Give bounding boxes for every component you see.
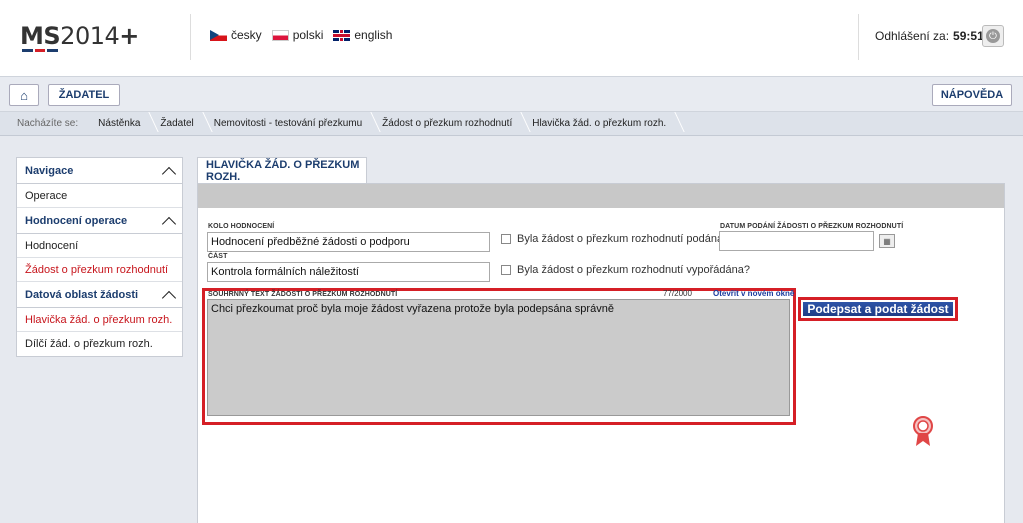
sidebar-item-dilci[interactable]: Dílčí žád. o přezkum rozh. (17, 332, 182, 356)
chk-podana[interactable]: Byla žádost o přezkum rozhodnutí podána? (501, 233, 729, 245)
language-switcher: česky polski english (210, 28, 392, 42)
zadatel-button[interactable]: ŽADATEL (48, 84, 120, 106)
logout-timer: Odhlášení za: 59:51 (875, 29, 984, 43)
nav-bar: ⌂ ŽADATEL NÁPOVĚDA (0, 76, 1023, 112)
sidebar-item-zadost-o-prezkum[interactable]: Žádost o přezkum rozhodnutí (17, 258, 182, 282)
lang-polish[interactable]: polski (271, 28, 323, 42)
power-icon: ⏻ (986, 29, 1000, 43)
chk-vyporadana[interactable]: Byla žádost o přezkum rozhodnutí vypořád… (501, 264, 750, 276)
breadcrumb: Nacházíte se: Nástěnka Žadatel Nemovitos… (0, 112, 1023, 136)
divider (190, 14, 191, 60)
breadcrumb-prefix: Nacházíte se: (17, 118, 79, 129)
sidebar-item-hodnoceni[interactable]: Hodnocení (17, 234, 182, 258)
breadcrumb-item[interactable]: Nemovitosti - testování přezkumu (206, 118, 374, 129)
sidebar-section-navigace[interactable]: Navigace (17, 158, 182, 184)
breadcrumb-item[interactable]: Nástěnka (90, 118, 152, 129)
czech-flag-icon (210, 29, 227, 41)
cast-field[interactable]: Kontrola formálních náležitostí (207, 262, 490, 282)
sidebar-section-hodnoceni-operace[interactable]: Hodnocení operace (17, 208, 182, 234)
top-header: MS2014+ česky polski english Odhlášení z… (0, 0, 1023, 76)
uk-flag-icon (333, 29, 351, 41)
calendar-icon[interactable]: ▦ (879, 234, 895, 248)
award-ribbon-icon (913, 416, 933, 446)
souhrnny-text-area[interactable]: Chci přezkoumat proč byla moje žádost vy… (207, 299, 790, 416)
char-counter: 77/2000 (663, 289, 692, 298)
sidebar-item-operace[interactable]: Operace (17, 184, 182, 208)
help-button[interactable]: NÁPOVĚDA (932, 84, 1012, 106)
chevron-up-icon[interactable] (162, 289, 174, 301)
sidebar-section-datova-oblast[interactable]: Datová oblast žádosti (17, 282, 182, 308)
tab-hlavicka[interactable]: HLAVIČKA ŽÁD. O PŘEZKUM ROZH. (197, 157, 367, 184)
lang-english[interactable]: english (333, 28, 392, 42)
checkbox[interactable] (501, 265, 511, 275)
datum-field[interactable] (719, 231, 874, 251)
breadcrumb-item-current[interactable]: Hlavička žád. o přezkum rozh. (524, 118, 678, 129)
kolo-label: KOLO HODNOCENÍ (208, 223, 275, 230)
datum-label: DATUM PODÁNÍ ŽÁDOSTI O PŘEZKUM ROZHODNUT… (720, 223, 904, 230)
panel-toolbar (198, 184, 1004, 208)
breadcrumb-item[interactable]: Žádost o přezkum rozhodnutí (374, 118, 524, 129)
breadcrumb-item[interactable]: Žadatel (152, 118, 205, 129)
polish-flag-icon (271, 29, 289, 41)
sidebar: Navigace Operace Hodnocení operace Hodno… (16, 157, 183, 357)
logo-stripes (22, 49, 59, 52)
lang-czech[interactable]: česky (210, 28, 262, 42)
kolo-hodnoceni-field[interactable]: Hodnocení předběžné žádosti o podporu (207, 232, 490, 252)
souhrnny-label: SOUHRNNÝ TEXT ŽÁDOSTI O PŘEZKUM ROZHODNU… (208, 291, 398, 298)
sidebar-item-hlavicka[interactable]: Hlavička žád. o přezkum rozh. (17, 308, 182, 332)
app-logo[interactable]: MS2014+ (20, 22, 139, 50)
divider (858, 14, 859, 60)
open-new-window-link[interactable]: Otevřít v novém okně (713, 289, 794, 298)
home-icon: ⌂ (20, 87, 28, 103)
sign-submit-button[interactable]: Podepsat a podat žádost (798, 297, 958, 321)
logout-button[interactable]: ⏻ (982, 25, 1004, 47)
cast-label: ČÁST (208, 253, 228, 260)
chevron-up-icon[interactable] (162, 165, 174, 177)
chevron-up-icon[interactable] (162, 215, 174, 227)
checkbox[interactable] (501, 234, 511, 244)
home-button[interactable]: ⌂ (9, 84, 39, 106)
